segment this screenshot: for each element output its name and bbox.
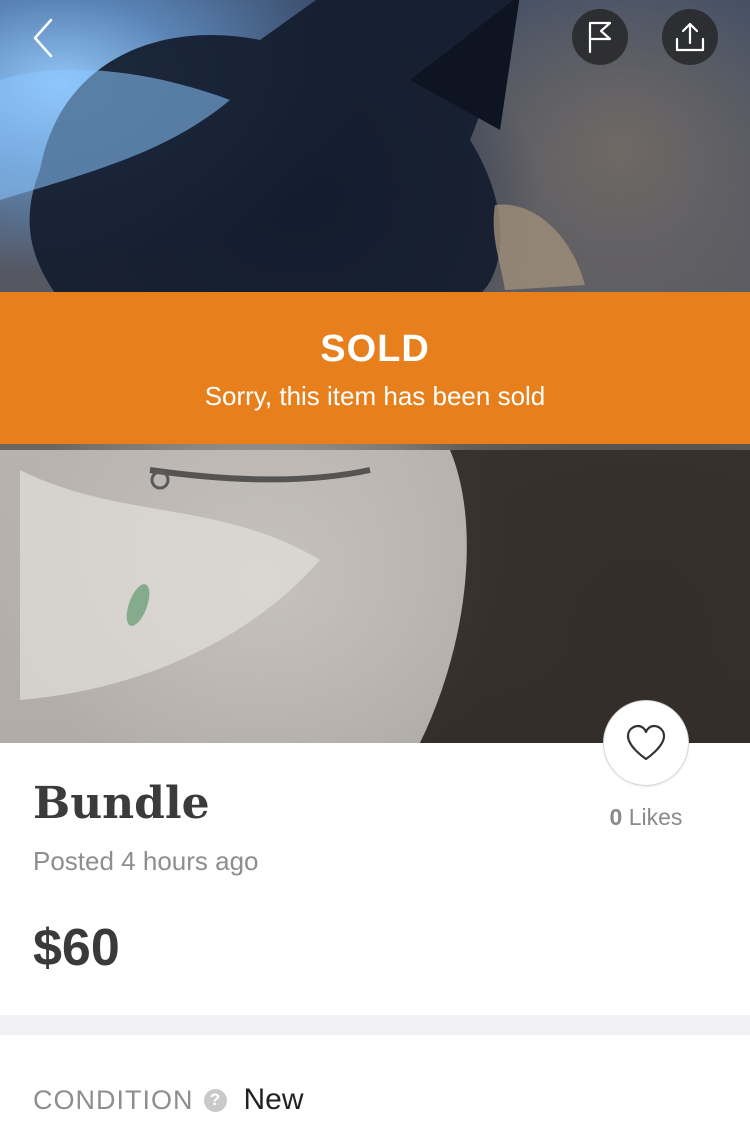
back-button[interactable] [26,16,60,60]
sold-title: SOLD [320,328,430,370]
likes-number: 0 [609,804,623,830]
report-button[interactable] [572,9,628,65]
section-divider [0,1015,750,1035]
heart-icon [626,724,666,761]
condition-value: New [243,1083,304,1116]
condition-label: CONDITION [33,1084,194,1115]
listing-price: $60 [33,919,120,977]
likes-label: Likes [628,804,683,830]
condition-row: CONDITION ? New [33,1082,304,1118]
listing-title: Bundle [33,778,210,829]
like-button[interactable] [603,700,689,786]
sold-subtitle: Sorry, this item has been sold [204,381,546,411]
likes-count: 0 Likes [596,804,696,831]
posted-time: Posted 4 hours ago [33,846,259,876]
share-upload-icon [675,22,705,52]
chevron-left-icon [33,18,53,58]
flag-icon [588,21,612,54]
share-button[interactable] [662,9,718,65]
help-icon[interactable]: ? [203,1088,227,1112]
